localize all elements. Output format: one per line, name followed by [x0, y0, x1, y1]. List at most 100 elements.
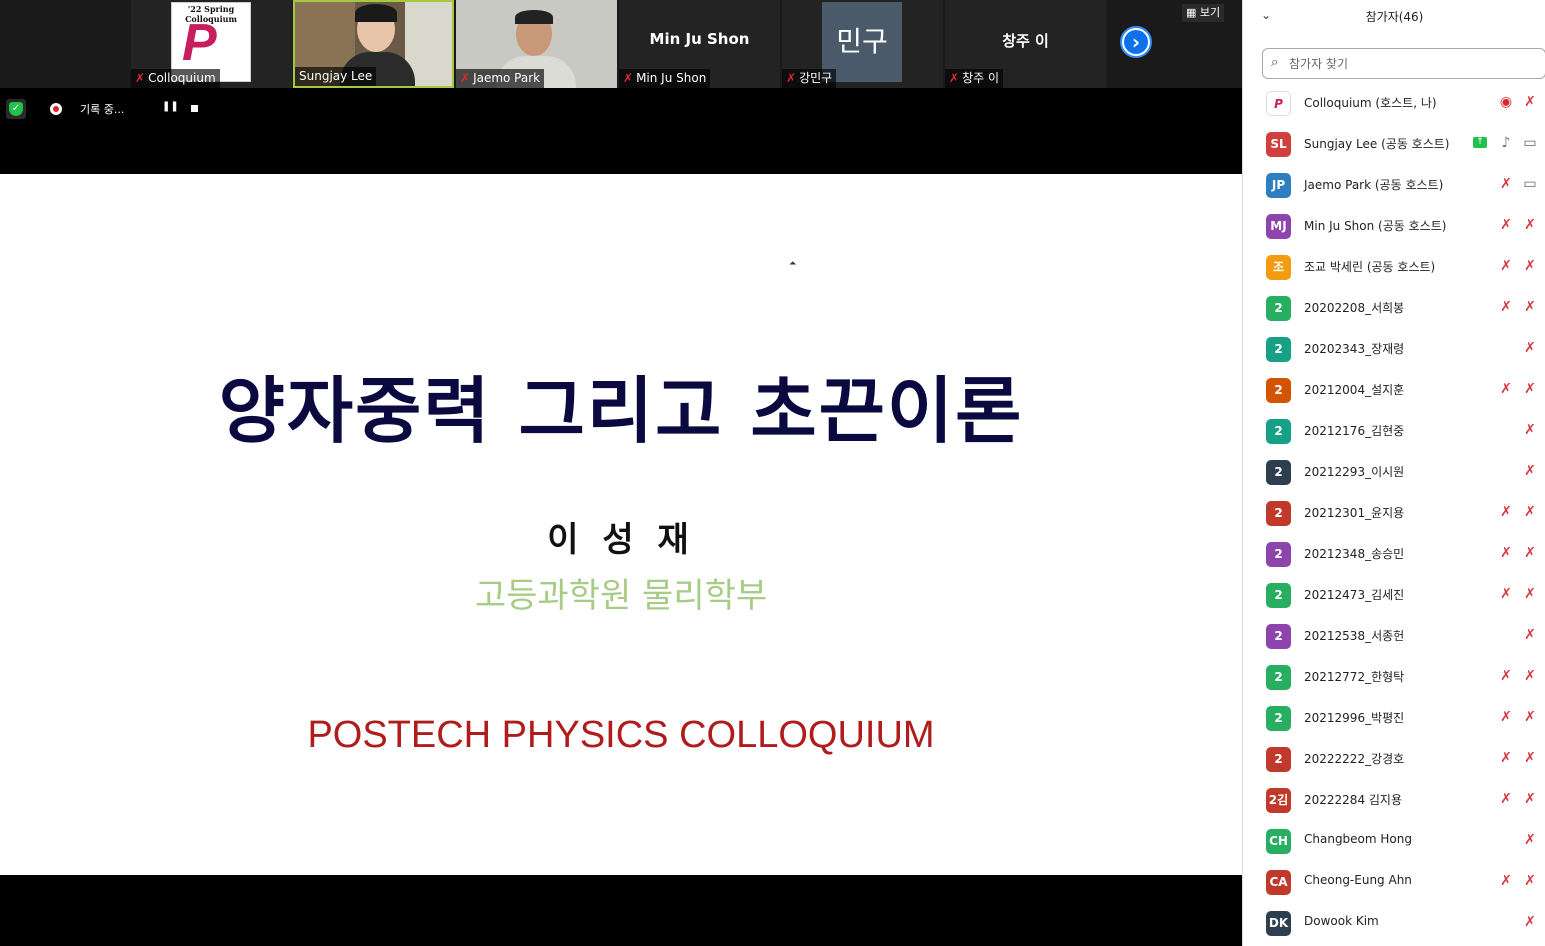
- avatar: 2: [1266, 419, 1291, 444]
- video-off-icon[interactable]: ✗: [1521, 216, 1539, 234]
- video-tile-kang-mingu[interactable]: 민구 ✗ 강민구: [782, 0, 943, 88]
- video-off-icon[interactable]: ✗: [1521, 872, 1539, 890]
- mic-muted-icon[interactable]: ✗: [1521, 462, 1539, 480]
- video-off-icon[interactable]: ✗: [1521, 503, 1539, 521]
- person-hair: [355, 4, 397, 22]
- participant-name: 조교 박세린 (공동 호스트): [1304, 260, 1436, 274]
- avatar: 2: [1266, 624, 1291, 649]
- avatar: 2: [1266, 747, 1291, 772]
- view-button[interactable]: ▦ 보기: [1182, 4, 1225, 22]
- mic-muted-icon[interactable]: ✗: [1521, 339, 1539, 357]
- security-shield-icon[interactable]: ✓: [6, 99, 26, 119]
- video-tile-colloquium[interactable]: '22 Spring Colloquium P ✗ Colloquium: [131, 0, 292, 88]
- participant-row[interactable]: 2김 20222284 김지용 ✗ ✗: [1243, 779, 1545, 820]
- participant-row[interactable]: SL Sungjay Lee (공동 호스트) ▭ ♪ ↑: [1243, 123, 1545, 164]
- mic-muted-icon[interactable]: ✗: [1497, 544, 1515, 562]
- chevron-right-icon: ›: [1124, 30, 1148, 54]
- video-off-icon[interactable]: ✗: [1521, 708, 1539, 726]
- mic-muted-icon[interactable]: ✗: [1497, 298, 1515, 316]
- mic-muted-icon[interactable]: ✗: [1497, 667, 1515, 685]
- participant-row[interactable]: 2 20212473_김세진 ✗ ✗: [1243, 574, 1545, 615]
- participant-row[interactable]: 2 20222222_강경호 ✗ ✗: [1243, 738, 1545, 779]
- video-off-icon[interactable]: ✗: [1521, 667, 1539, 685]
- video-off-icon[interactable]: ✗: [1521, 790, 1539, 808]
- participant-row[interactable]: 2 20212772_한형탁 ✗ ✗: [1243, 656, 1545, 697]
- mic-muted-icon[interactable]: ✗: [1521, 421, 1539, 439]
- mic-muted-icon[interactable]: ✗: [1497, 872, 1515, 890]
- video-tile-changju-lee[interactable]: 창주 이 ✗ 창주 이: [945, 0, 1106, 88]
- mic-muted-icon[interactable]: ✗: [1497, 708, 1515, 726]
- mic-muted-icon[interactable]: ✗: [1497, 175, 1515, 193]
- mic-muted-icon[interactable]: ✗: [1521, 93, 1539, 111]
- mic-muted-icon[interactable]: ✗: [1497, 749, 1515, 767]
- tile-name-label: ✗ 강민구: [782, 69, 837, 88]
- video-off-icon[interactable]: ✗: [1521, 544, 1539, 562]
- avatar: 2: [1266, 296, 1291, 321]
- view-label: 보기: [1199, 6, 1221, 19]
- participant-row[interactable]: DK Dowook Kim ✗: [1243, 902, 1545, 943]
- participant-row[interactable]: P Colloquium (호스트, 나) ✗ ◉: [1243, 82, 1545, 123]
- mic-muted-icon[interactable]: ✗: [1497, 380, 1515, 398]
- video-off-icon[interactable]: ✗: [1521, 749, 1539, 767]
- video-strip: '22 Spring Colloquium P ✗ Colloquium Sung…: [0, 0, 1242, 88]
- avatar: JP: [1266, 173, 1291, 198]
- participant-row[interactable]: 2 20202343_장재령 ✗: [1243, 328, 1545, 369]
- avatar: 2: [1266, 583, 1291, 608]
- search-input[interactable]: [1289, 53, 1539, 74]
- participant-row[interactable]: 2 20202208_서희봉 ✗ ✗: [1243, 287, 1545, 328]
- avatar: 2: [1266, 665, 1291, 690]
- video-tile-jaemo-park[interactable]: ✗ Jaemo Park: [456, 0, 617, 88]
- video-tile-min-ju-shon[interactable]: Min Ju Shon ✗ Min Ju Shon: [619, 0, 780, 88]
- avatar: SL: [1266, 132, 1291, 157]
- mic-muted-icon[interactable]: ✗: [1497, 257, 1515, 275]
- avatar: 2: [1266, 337, 1291, 362]
- avatar: 2: [1266, 378, 1291, 403]
- microphone-icon[interactable]: ♪: [1497, 134, 1515, 152]
- pause-recording-button[interactable]: ❚❚: [162, 101, 179, 112]
- video-off-icon[interactable]: ✗: [1521, 380, 1539, 398]
- mic-muted-icon[interactable]: ✗: [1497, 216, 1515, 234]
- video-off-icon[interactable]: ✗: [1521, 585, 1539, 603]
- video-off-icon[interactable]: ✗: [1521, 257, 1539, 275]
- recording-dot-icon: [50, 103, 62, 115]
- slide-author: 이 성 재: [547, 520, 695, 560]
- participant-row[interactable]: CH Changbeom Hong ✗: [1243, 820, 1545, 861]
- video-tile-sungjay-lee[interactable]: Sungjay Lee: [293, 0, 454, 88]
- mic-muted-icon[interactable]: ✗: [1521, 626, 1539, 644]
- stop-recording-button[interactable]: [191, 105, 198, 112]
- mic-muted-icon[interactable]: ✗: [1521, 831, 1539, 849]
- participant-name: Jaemo Park (공동 호스트): [1304, 178, 1444, 192]
- recording-icon[interactable]: ◉: [1497, 93, 1515, 111]
- participant-search[interactable]: ⌕: [1262, 48, 1545, 79]
- participant-row[interactable]: JP Jaemo Park (공동 호스트) ▭ ✗: [1243, 164, 1545, 205]
- participant-row[interactable]: 2 20212176_김현중 ✗: [1243, 410, 1545, 451]
- participant-name: 20212996_박평진: [1304, 711, 1405, 725]
- slide-affiliation: 고등과학원 물리학부: [474, 576, 768, 616]
- video-camera-icon[interactable]: ▭: [1521, 175, 1539, 193]
- participant-name: 20212772_한형탁: [1304, 670, 1405, 684]
- screen-share-icon[interactable]: ↑: [1473, 137, 1487, 148]
- avatar: CH: [1266, 829, 1291, 854]
- participant-row[interactable]: 2 20212538_서종헌 ✗: [1243, 615, 1545, 656]
- participant-row[interactable]: MJ Min Ju Shon (공동 호스트) ✗ ✗: [1243, 205, 1545, 246]
- participant-name: 20212538_서종헌: [1304, 629, 1405, 643]
- participant-row[interactable]: 2 20212996_박평진 ✗ ✗: [1243, 697, 1545, 738]
- video-off-icon[interactable]: ✗: [1521, 298, 1539, 316]
- recording-label: 기록 중...: [80, 103, 125, 116]
- participant-row[interactable]: 2 20212348_송승민 ✗ ✗: [1243, 533, 1545, 574]
- mic-muted-icon[interactable]: ✗: [1497, 585, 1515, 603]
- mic-muted-icon[interactable]: ✗: [1521, 913, 1539, 931]
- participant-row[interactable]: 2 20212293_이시원 ✗: [1243, 451, 1545, 492]
- mic-muted-icon[interactable]: ✗: [1497, 790, 1515, 808]
- mic-muted-icon[interactable]: ✗: [1497, 503, 1515, 521]
- participant-name: 20222222_강경호: [1304, 752, 1405, 766]
- participant-row[interactable]: CA Cheong-Eung Ahn ✗ ✗: [1243, 861, 1545, 902]
- video-camera-icon[interactable]: ▭: [1521, 134, 1539, 152]
- mouse-cursor-icon: ⏶: [789, 259, 797, 269]
- participant-name: Changbeom Hong: [1304, 832, 1412, 846]
- participant-row[interactable]: 2 20212301_윤지용 ✗ ✗: [1243, 492, 1545, 533]
- next-page-button[interactable]: ›: [1120, 26, 1152, 58]
- tile-big-name: 창주 이: [1002, 32, 1049, 50]
- participant-row[interactable]: 2 20212004_설지훈 ✗ ✗: [1243, 369, 1545, 410]
- participant-row[interactable]: 조 조교 박세린 (공동 호스트) ✗ ✗: [1243, 246, 1545, 287]
